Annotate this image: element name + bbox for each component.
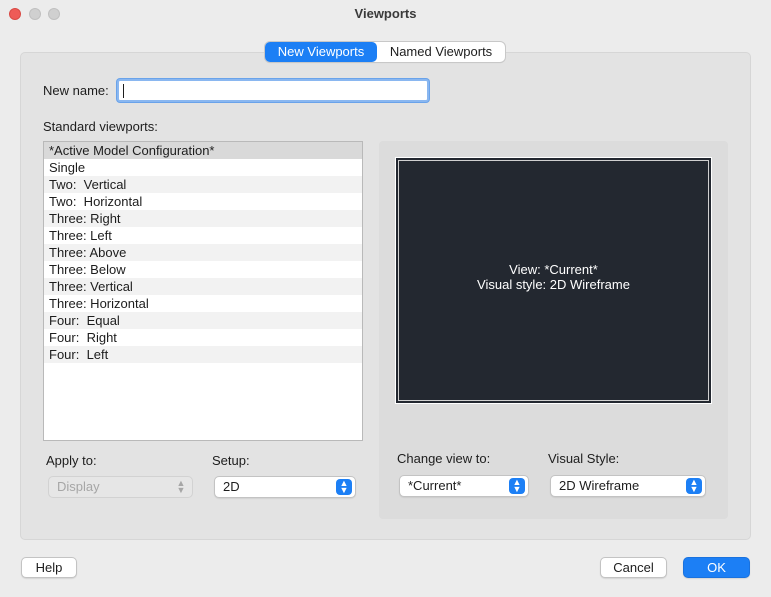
preview-style-text: Visual style: 2D Wireframe (477, 277, 630, 292)
change-view-label: Change view to: (397, 451, 491, 466)
help-button[interactable]: Help (21, 557, 77, 578)
title-bar: Viewports (0, 0, 771, 28)
setup-value: 2D (223, 479, 240, 494)
ok-button[interactable]: OK (683, 557, 750, 578)
list-item[interactable]: *Active Model Configuration* (44, 142, 362, 159)
viewport-preview[interactable]: View: *Current* Visual style: 2D Wirefra… (395, 157, 712, 404)
setup-select[interactable]: 2D ▲ ▼ (214, 476, 356, 498)
standard-viewports-label: Standard viewports: (43, 119, 158, 134)
text-caret (123, 84, 124, 98)
change-view-select[interactable]: *Current* ▲ ▼ (399, 475, 529, 497)
visual-style-select[interactable]: 2D Wireframe ▲ ▼ (550, 475, 706, 497)
change-view-value: *Current* (408, 478, 462, 493)
list-item[interactable]: Three: Above (44, 244, 362, 261)
tab-new-viewports[interactable]: New Viewports (265, 42, 377, 62)
new-name-input[interactable] (117, 79, 429, 102)
list-item[interactable]: Three: Below (44, 261, 362, 278)
list-item[interactable]: Three: Vertical (44, 278, 362, 295)
chevron-updown-icon: ▲ ▼ (336, 479, 352, 495)
window-title: Viewports (354, 6, 417, 21)
visual-style-value: 2D Wireframe (559, 478, 640, 493)
new-name-label: New name: (43, 83, 109, 98)
chevron-updown-icon: ▲ ▼ (686, 478, 702, 494)
list-item[interactable]: Three: Left (44, 227, 362, 244)
preview-caption: View: *Current* Visual style: 2D Wirefra… (396, 262, 711, 292)
apply-to-select[interactable]: Display ▲ ▼ (48, 476, 193, 498)
list-item[interactable]: Two: Vertical (44, 176, 362, 193)
list-item[interactable]: Two: Horizontal (44, 193, 362, 210)
chevron-updown-icon: ▲ ▼ (176, 478, 186, 495)
cancel-button[interactable]: Cancel (600, 557, 667, 578)
tab-bar: New Viewports Named Viewports (265, 42, 505, 62)
standard-viewports-list[interactable]: *Active Model Configuration* Single Two:… (43, 141, 363, 441)
setup-label: Setup: (212, 453, 250, 468)
list-item[interactable]: Four: Right (44, 329, 362, 346)
list-item[interactable]: Single (44, 159, 362, 176)
apply-to-value: Display (57, 479, 100, 494)
list-item[interactable]: Four: Equal (44, 312, 362, 329)
list-item[interactable]: Four: Left (44, 346, 362, 363)
apply-to-label: Apply to: (46, 453, 97, 468)
visual-style-label: Visual Style: (548, 451, 620, 466)
list-item[interactable]: Three: Horizontal (44, 295, 362, 312)
list-item[interactable]: Three: Right (44, 210, 362, 227)
tab-named-viewports[interactable]: Named Viewports (377, 42, 505, 62)
preview-view-text: View: *Current* (509, 262, 598, 277)
chevron-updown-icon: ▲ ▼ (509, 478, 525, 494)
